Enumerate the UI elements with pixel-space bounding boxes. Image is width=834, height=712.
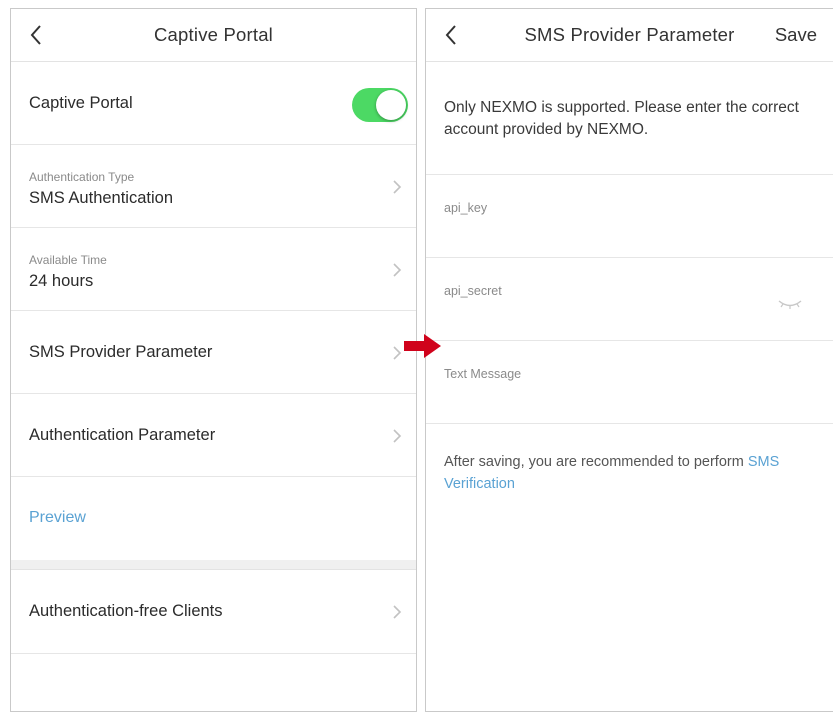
text-message-field[interactable]: Text Message (426, 341, 833, 424)
authentication-free-clients-label: Authentication-free Clients (29, 602, 223, 620)
sms-provider-parameter-label: SMS Provider Parameter (29, 343, 213, 361)
chevron-right-icon (393, 180, 402, 194)
info-row: Only NEXMO is supported. Please enter th… (426, 62, 833, 175)
captive-portal-row: Captive Portal (11, 62, 416, 145)
note-row: After saving, you are recommended to per… (426, 424, 833, 524)
authentication-parameter-row[interactable]: Authentication Parameter (11, 394, 416, 477)
api-secret-field[interactable]: api_secret (426, 258, 833, 341)
page-title: Captive Portal (154, 24, 273, 45)
captive-portal-screen: Captive Portal Captive Portal Authentica… (10, 8, 417, 712)
chevron-right-icon (393, 429, 402, 443)
chevron-right-icon (393, 346, 402, 360)
authentication-parameter-label: Authentication Parameter (29, 426, 216, 444)
text-message-label: Text Message (444, 367, 522, 381)
toggle-knob (376, 90, 406, 120)
captive-portal-label: Captive Portal (29, 94, 133, 112)
preview-row: Preview (11, 477, 416, 560)
chevron-right-icon (393, 263, 402, 277)
api-key-field[interactable]: api_key (426, 175, 833, 258)
sms-provider-parameter-screen: SMS Provider Parameter Save Only NEXMO i… (425, 8, 833, 712)
captive-portal-toggle[interactable] (352, 88, 408, 122)
preview-link[interactable]: Preview (29, 509, 86, 527)
available-time-label: Available Time (29, 253, 107, 267)
note-text: After saving, you are recommended to per… (444, 451, 815, 495)
api-secret-label: api_secret (444, 284, 502, 298)
available-time-row[interactable]: Available Time 24 hours (11, 228, 416, 311)
available-time-value: 24 hours (29, 272, 94, 290)
info-text: Only NEXMO is supported. Please enter th… (444, 99, 799, 138)
authentication-free-clients-row[interactable]: Authentication-free Clients (11, 570, 416, 654)
section-divider (11, 560, 416, 570)
api-key-label: api_key (444, 201, 488, 215)
authentication-type-row[interactable]: Authentication Type SMS Authentication (11, 145, 416, 228)
authentication-type-label: Authentication Type (29, 170, 135, 184)
authentication-type-value: SMS Authentication (29, 189, 174, 207)
red-arrow-icon (404, 334, 441, 358)
sms-provider-parameter-row[interactable]: SMS Provider Parameter (11, 311, 416, 394)
save-button[interactable]: Save (775, 24, 817, 46)
navigation-bar: Captive Portal (11, 9, 416, 62)
note-body: After saving, you are recommended to per… (444, 454, 748, 470)
eye-closed-icon[interactable] (777, 298, 803, 310)
navigation-bar: SMS Provider Parameter Save (426, 9, 833, 62)
chevron-right-icon (393, 605, 402, 619)
page-title: SMS Provider Parameter (524, 24, 735, 45)
